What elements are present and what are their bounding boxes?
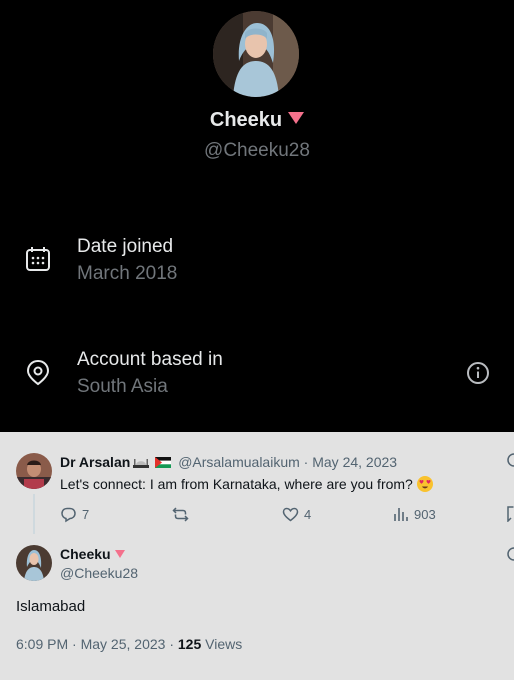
- separator-dot: ·: [169, 636, 174, 652]
- analytics-icon: [394, 508, 408, 521]
- pink-triangle-icon: [288, 112, 305, 124]
- reply-button[interactable]: 7: [60, 506, 89, 523]
- separator-dot: ·: [72, 636, 77, 652]
- tweet-text: Let's connect: I am from Karnataka, wher…: [60, 476, 413, 492]
- date-joined-value: March 2018: [77, 263, 178, 284]
- views-count: 903: [414, 507, 436, 522]
- date-joined-label: Date joined: [77, 236, 174, 257]
- reply-time[interactable]: 6:09 PM: [16, 636, 68, 652]
- like-count: 4: [304, 507, 312, 522]
- profile-avatar[interactable]: [213, 11, 299, 97]
- tweet-date[interactable]: May 24, 2023: [312, 454, 397, 470]
- profile-name: Cheeku: [209, 109, 283, 131]
- reply-author-name[interactable]: Cheeku: [60, 546, 111, 562]
- location-pin-icon: [26, 359, 50, 386]
- author-name[interactable]: Dr Arsalan: [60, 454, 130, 470]
- bookmark-icon[interactable]: [506, 506, 514, 522]
- reply-views-count: 125: [177, 636, 202, 652]
- retweet-icon: [172, 507, 189, 522]
- reply-views-label: Views: [205, 636, 243, 652]
- heart-eyes-emoji-icon: [416, 476, 433, 492]
- profile-name-row: Cheeku: [0, 109, 514, 132]
- author-avatar-image: [16, 453, 52, 489]
- info-icon[interactable]: [466, 361, 490, 385]
- author-avatar[interactable]: [16, 453, 52, 489]
- reply-count: 7: [82, 507, 90, 522]
- reply-date[interactable]: May 25, 2023: [81, 636, 166, 652]
- author-handle[interactable]: @Arsalamualaikum: [178, 454, 300, 470]
- reply-avatar-image: [16, 545, 52, 581]
- tweet-header: Dr Arsalan @Arsalamualaikum · May 24, 20…: [60, 454, 397, 470]
- reply-author-avatar[interactable]: [16, 545, 52, 581]
- account-based-value: South Asia: [77, 376, 168, 397]
- reply-author-handle[interactable]: @Cheeku28: [60, 565, 138, 581]
- reply-text: Islamabad: [16, 598, 86, 615]
- reply-meta: 6:09 PM · May 25, 2023 · 125 Views: [16, 636, 242, 652]
- palestine-flag-icon: [155, 457, 172, 468]
- thread-line: [33, 494, 35, 534]
- views-button[interactable]: 903: [392, 506, 436, 523]
- calendar-icon: [26, 247, 50, 271]
- retweet-button[interactable]: [172, 506, 189, 523]
- grok-icon[interactable]: [506, 546, 514, 562]
- tweet-thread: Dr Arsalan @Arsalamualaikum · May 24, 20…: [0, 432, 514, 680]
- tweet-text-row: Let's connect: I am from Karnataka, wher…: [60, 476, 433, 492]
- mosque-emoji-icon: [133, 459, 150, 468]
- reply-author-row: Cheeku: [60, 546, 125, 562]
- profile-handle: @Cheeku28: [204, 140, 310, 161]
- profile-info-panel: Cheeku @Cheeku28 Date joined March 2018 …: [0, 0, 514, 432]
- pink-triangle-icon: [114, 550, 125, 558]
- grok-icon[interactable]: [506, 452, 514, 468]
- profile-avatar-image: [213, 11, 299, 97]
- separator-dot: ·: [303, 454, 309, 470]
- like-button[interactable]: 4: [282, 506, 311, 523]
- reply-icon: [61, 507, 76, 523]
- account-based-label: Account based in: [77, 349, 223, 370]
- heart-icon: [282, 507, 299, 522]
